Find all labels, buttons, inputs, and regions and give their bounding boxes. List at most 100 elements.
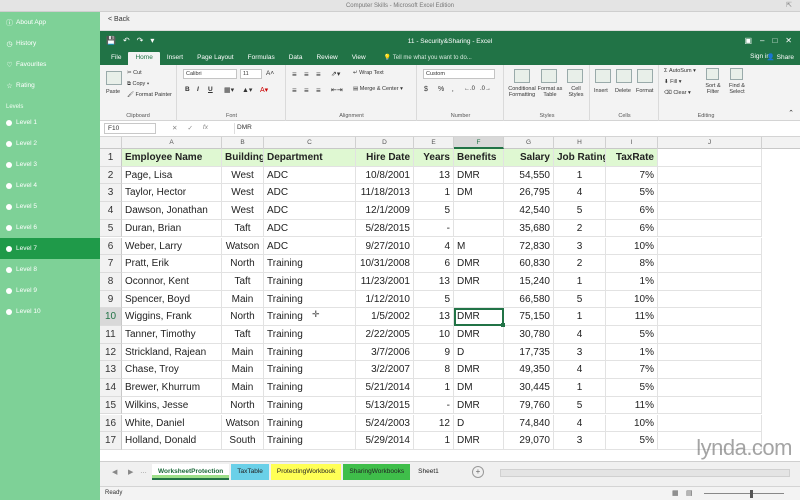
column-header-j[interactable]: J — [658, 137, 762, 149]
table-cell[interactable]: DM — [454, 184, 504, 203]
table-cell[interactable]: 49,350 — [504, 361, 554, 380]
table-cell[interactable]: 5/28/2015 — [356, 219, 414, 238]
header-cell[interactable]: Building — [222, 149, 264, 167]
table-cell[interactable]: 2 — [554, 255, 606, 273]
table-cell[interactable]: West — [222, 202, 264, 220]
table-cell[interactable]: DMR — [454, 255, 504, 273]
table-cell[interactable] — [658, 166, 762, 185]
delete-button[interactable]: Delete — [615, 88, 631, 94]
table-cell[interactable]: 6 — [414, 255, 454, 273]
table-cell[interactable]: - — [414, 219, 454, 238]
underline-button[interactable]: U — [208, 86, 213, 93]
more-sheets-icon[interactable]: … — [140, 468, 147, 475]
table-cell[interactable]: 13 — [414, 308, 454, 326]
sheet-tab[interactable]: SharingWorkbooks — [343, 464, 411, 480]
table-cell[interactable] — [658, 202, 762, 220]
row-header[interactable]: 4 — [100, 202, 122, 220]
table-cell[interactable]: 13 — [414, 272, 454, 291]
conditional-formatting-icon[interactable] — [514, 69, 530, 83]
table-cell[interactable]: Training — [264, 396, 356, 415]
table-cell[interactable]: 4 — [554, 326, 606, 344]
row-header[interactable]: 9 — [100, 290, 122, 309]
cut-button[interactable]: ✂ Cut — [127, 70, 142, 76]
format-button[interactable]: Format — [636, 88, 653, 94]
table-cell[interactable] — [658, 272, 762, 291]
table-cell[interactable]: 1 — [414, 184, 454, 203]
header-cell[interactable]: Benefits — [454, 149, 504, 167]
table-cell[interactable] — [658, 396, 762, 415]
row-header[interactable]: 6 — [100, 237, 122, 256]
delete-cells-icon[interactable] — [616, 69, 632, 83]
format-cells-icon[interactable] — [637, 69, 653, 83]
column-header-c[interactable]: C — [264, 137, 356, 149]
table-cell[interactable]: Wiggins, Frank — [122, 308, 222, 326]
row-header[interactable]: 5 — [100, 219, 122, 238]
table-cell[interactable]: DMR — [454, 308, 504, 326]
table-cell[interactable]: 3/2/2007 — [356, 361, 414, 380]
row-header[interactable]: 14 — [100, 379, 122, 397]
tell-me-search[interactable]: 💡 Tell me what you want to do... — [377, 52, 479, 65]
fill-handle[interactable] — [501, 323, 505, 327]
sidebar-level-3[interactable]: Level 3 — [0, 154, 100, 175]
number-format-select[interactable]: Custom — [423, 69, 495, 79]
align-top-icon[interactable]: ≡ — [292, 70, 297, 79]
table-cell[interactable]: 4 — [554, 184, 606, 203]
table-cell[interactable]: 3 — [554, 432, 606, 450]
table-cell[interactable]: Taft — [222, 219, 264, 238]
table-cell[interactable]: 12 — [414, 414, 454, 433]
table-cell[interactable]: 12/1/2009 — [356, 202, 414, 220]
table-cell[interactable]: Taft — [222, 272, 264, 291]
table-cell[interactable]: 6% — [606, 219, 658, 238]
header-cell[interactable]: Hire Date — [356, 149, 414, 167]
indent-icon[interactable]: ⇤⇥ — [331, 86, 343, 94]
font-size-select[interactable]: 11 — [240, 69, 262, 79]
table-cell[interactable]: 4 — [554, 361, 606, 380]
cell-styles-button[interactable]: Cell Styles — [565, 86, 587, 98]
table-cell[interactable]: 11/23/2001 — [356, 272, 414, 291]
table-cell[interactable]: Main — [222, 290, 264, 309]
fill-color-icon[interactable]: ▲▾ — [242, 86, 252, 94]
table-cell[interactable] — [658, 343, 762, 362]
column-header-a[interactable]: A — [122, 137, 222, 149]
table-cell[interactable]: - — [414, 396, 454, 415]
table-cell[interactable]: Training — [264, 255, 356, 273]
sheet-tab[interactable]: ProtectingWorkbook — [270, 464, 342, 480]
conditional-formatting-button[interactable]: Conditional Formatting — [507, 86, 537, 98]
row-header[interactable]: 12 — [100, 343, 122, 362]
table-cell[interactable]: 5% — [606, 379, 658, 397]
table-cell[interactable]: ADC — [264, 219, 356, 238]
borders-icon[interactable]: ▦▾ — [224, 86, 234, 94]
table-cell[interactable]: ADC — [264, 237, 356, 256]
row-header[interactable]: 3 — [100, 184, 122, 203]
row-header[interactable]: 8 — [100, 272, 122, 291]
column-header-g[interactable]: G — [504, 137, 554, 149]
table-cell[interactable] — [658, 184, 762, 203]
table-cell[interactable] — [658, 219, 762, 238]
table-cell[interactable]: Training — [264, 432, 356, 450]
autosum-button[interactable]: Σ AutoSum ▾ — [664, 68, 696, 74]
header-cell[interactable]: Salary — [504, 149, 554, 167]
sheet-tab[interactable]: WorksheetProtection — [152, 464, 230, 480]
table-cell[interactable]: 1/12/2010 — [356, 290, 414, 309]
bold-button[interactable]: B — [185, 86, 190, 93]
table-cell[interactable]: 5/24/2003 — [356, 414, 414, 433]
table-cell[interactable]: DM — [454, 379, 504, 397]
column-header-h[interactable]: H — [554, 137, 606, 149]
table-cell[interactable] — [454, 290, 504, 309]
table-cell[interactable]: 30,445 — [504, 379, 554, 397]
table-cell[interactable]: Watson — [222, 414, 264, 433]
sidebar-level-10[interactable]: Level 10 — [0, 301, 100, 322]
table-cell[interactable]: DMR — [454, 272, 504, 291]
column-header-i[interactable]: I — [606, 137, 658, 149]
tab-insert[interactable]: Insert — [160, 52, 190, 65]
sheet-tab[interactable]: Sheet1 — [412, 464, 445, 480]
cell-styles-icon[interactable] — [567, 69, 583, 83]
table-cell[interactable]: 17,735 — [504, 343, 554, 362]
table-cell[interactable]: 29,070 — [504, 432, 554, 450]
table-cell[interactable]: 10/8/2001 — [356, 166, 414, 185]
table-cell[interactable]: 4 — [414, 237, 454, 256]
table-cell[interactable]: Main — [222, 343, 264, 362]
paste-button[interactable]: Paste — [106, 89, 120, 95]
cancel-icon[interactable]: ✕ — [172, 124, 177, 132]
wrap-text-button[interactable]: ↵ Wrap Text — [353, 70, 384, 76]
